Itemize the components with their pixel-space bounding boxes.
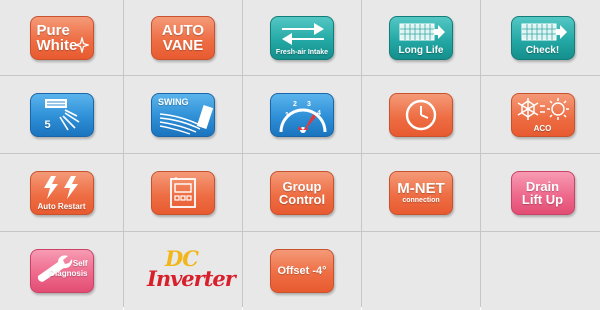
timer-icon — [389, 92, 453, 137]
cell-offset: Offset -4° — [243, 232, 361, 310]
cell-aco: ACO — [481, 76, 600, 153]
cell-fan-steps: 5 — [0, 76, 123, 153]
cell-fan-speed: 1 2 3 4 — [243, 76, 361, 153]
speed-gauge-icon — [279, 108, 327, 133]
auto-vane-icon: AUTO VANE — [151, 15, 215, 60]
air-flow-icon — [44, 98, 79, 130]
offset-label: Offset -4° — [277, 264, 327, 277]
m-net-icon: M-NET connection — [389, 170, 453, 215]
fan-steps-label: 5 — [44, 118, 51, 131]
heat-cool-icon — [517, 97, 569, 120]
swing-louver-icon — [159, 104, 214, 135]
group-control-icon: Group Control — [270, 170, 334, 215]
feature-icon-grid: Pure White AUTO VANE Fresh-air Intake Lo… — [0, 0, 600, 310]
filter-check-graphic-icon — [521, 23, 567, 40]
fresh-air-label: Fresh-air Intake — [275, 48, 329, 56]
pure-white-line2: White — [36, 36, 78, 54]
gauge-mark-4: 4 — [317, 109, 321, 117]
auto-restart-label: Auto Restart — [37, 201, 86, 211]
clock-icon — [405, 99, 437, 130]
cell-dc-inverter: DC Inverter — [124, 232, 242, 310]
offset-icon: Offset -4° — [270, 249, 334, 293]
auto-restart-icon: Auto Restart — [29, 170, 94, 215]
lightning-icon — [43, 175, 78, 199]
cell-controller — [124, 154, 242, 231]
long-life-label: Long Life — [398, 44, 444, 56]
fan-steps-icon: 5 — [29, 92, 94, 137]
aco-label: ACO — [533, 123, 552, 133]
cell-timer — [362, 76, 480, 153]
cell-group-control: Group Control — [243, 154, 361, 231]
exchange-arrows-icon — [282, 22, 324, 45]
auto-vane-line2: VANE — [162, 36, 204, 54]
auto-vane-line1: AUTO — [161, 21, 205, 39]
remote-controller-icon — [151, 170, 215, 215]
cell-m-net: M-NET connection — [362, 154, 480, 231]
group-control-line1: Group — [282, 178, 322, 194]
swing-icon: SWING — [151, 92, 215, 137]
m-net-line2: connection — [402, 197, 440, 204]
drain-lift-line2: Lift Up — [521, 191, 564, 207]
self-diagnosis-line2: Diagnosis — [49, 269, 88, 278]
pure-white-line1: Pure — [36, 21, 70, 39]
cell-long-life: Long Life — [362, 0, 480, 75]
inverter-logo-text: Inverter — [147, 266, 236, 291]
fan-speed-icon: 1 2 3 4 — [270, 92, 334, 137]
dc-inverter-logo: DC Inverter — [147, 246, 236, 294]
drain-lift-up-icon: Drain Lift Up — [510, 170, 575, 215]
filter-mesh-icon — [399, 23, 445, 40]
cell-empty-2 — [481, 232, 600, 310]
aco-icon: ACO — [510, 92, 575, 137]
fresh-air-intake-icon: Fresh-air Intake — [270, 15, 334, 60]
cell-drain-lift: Drain Lift Up — [481, 154, 600, 231]
gauge-mark-3: 3 — [307, 100, 311, 108]
cell-auto-restart: Auto Restart — [0, 154, 123, 231]
pure-white-icon: Pure White — [29, 15, 94, 60]
cell-auto-vane: AUTO VANE — [124, 0, 242, 75]
m-net-line1: M-NET — [397, 180, 445, 197]
check-icon: Check! — [510, 15, 575, 60]
controller-device-icon — [170, 176, 196, 208]
self-diagnosis-icon: Self Diagnosis — [29, 249, 94, 293]
gauge-mark-1: 1 — [285, 111, 289, 119]
cell-pure-white: Pure White — [0, 0, 123, 75]
drain-lift-line1: Drain — [525, 178, 560, 194]
cell-self-diagnosis: Self Diagnosis — [0, 232, 123, 310]
cell-check: Check! — [481, 0, 600, 75]
long-life-icon: Long Life — [389, 15, 453, 60]
self-diagnosis-line1: Self — [72, 259, 88, 268]
cell-empty-1 — [362, 232, 480, 310]
cell-fresh-air: Fresh-air Intake — [243, 0, 361, 75]
sparkle-icon — [74, 36, 89, 53]
group-control-line2: Control — [278, 191, 326, 207]
check-label: Check! — [525, 44, 560, 56]
gauge-mark-2: 2 — [293, 100, 297, 108]
cell-swing: SWING — [124, 76, 242, 153]
